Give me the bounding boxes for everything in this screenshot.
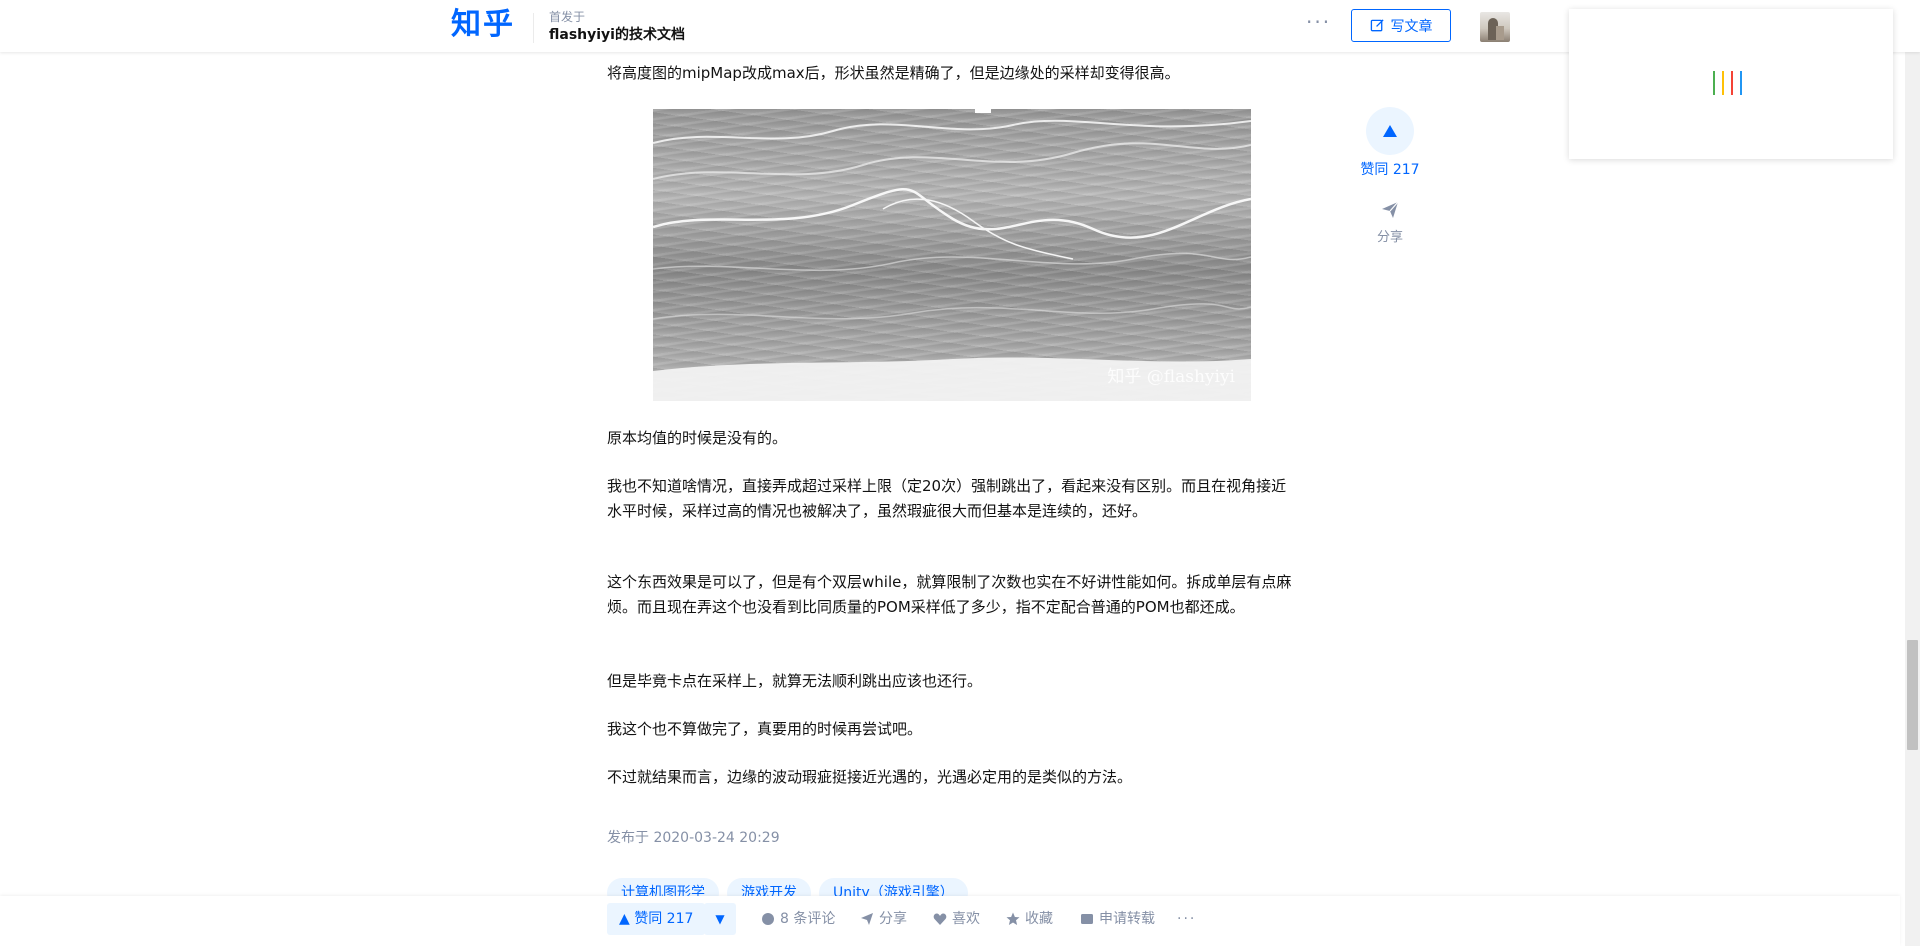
collect-button[interactable]: 收藏 xyxy=(1006,910,1053,928)
vote-down-button[interactable]: ▼ xyxy=(704,903,736,935)
triangle-up-icon xyxy=(1383,125,1397,137)
vote-up-button[interactable]: ▲ 赞同 217 xyxy=(607,903,706,935)
avatar[interactable] xyxy=(1480,12,1510,42)
like-label: 喜欢 xyxy=(952,911,980,927)
collect-label: 收藏 xyxy=(1025,911,1053,927)
comments-label: 8 条评论 xyxy=(780,911,836,927)
article-paragraph: 我这个也不算做完了，真要用的时候再尝试吧。 xyxy=(607,720,923,738)
write-article-button[interactable]: 写文章 xyxy=(1351,9,1451,42)
article-paragraph: 但是毕竟卡点在采样上，就算无法顺利跳出应该也还行。 xyxy=(607,672,983,690)
copyright-icon xyxy=(1081,914,1093,924)
write-article-label: 写文章 xyxy=(1390,18,1433,35)
loading-bar xyxy=(1713,71,1715,95)
reprint-label: 申请转载 xyxy=(1099,911,1155,927)
scrollbar-track[interactable] xyxy=(1905,0,1920,946)
paper-plane-icon[interactable] xyxy=(1380,200,1400,220)
share-label: 分享 xyxy=(879,911,907,927)
reprint-button[interactable]: 申请转载 xyxy=(1080,910,1155,928)
more-menu-button[interactable]: ··· xyxy=(1306,12,1331,32)
share-button[interactable]: 分享 xyxy=(860,910,907,928)
article-paragraph: 不过就结果而言，边缘的波动瑕疵挺接近光遇的，光遇必定用的是类似的方法。 xyxy=(607,768,1133,786)
more-actions-button[interactable]: ··· xyxy=(1177,910,1196,928)
scrollbar-thumb[interactable] xyxy=(1907,640,1918,750)
published-in-label: 首发于 xyxy=(549,10,586,24)
star-icon xyxy=(1006,912,1020,925)
loading-bar xyxy=(1731,71,1733,95)
column-name[interactable]: flashyiyi的技术文档 xyxy=(549,25,685,45)
column-info[interactable]: 首发于 flashyiyi的技术文档 xyxy=(549,9,685,45)
comment-icon xyxy=(762,913,774,925)
zhihu-logo[interactable]: 知乎 xyxy=(451,6,515,44)
article-paragraph: 这个东西效果是可以了，但是有个双层while，就算限制了次数也实在不好讲性能如何… xyxy=(607,573,1292,616)
edit-icon xyxy=(1370,19,1384,32)
loading-bar xyxy=(1722,71,1724,95)
heart-icon xyxy=(933,913,947,925)
article-image[interactable]: 知乎 @flashyiyi xyxy=(653,109,1251,401)
like-button[interactable]: 喜欢 xyxy=(933,910,980,928)
side-share-label[interactable]: 分享 xyxy=(1340,226,1440,245)
image-watermark: 知乎 @flashyiyi xyxy=(1107,367,1235,387)
article-paragraph: 我也不知道啥情况，直接弄成超过采样上限（定20次）强制跳出了，看起来没有区别。而… xyxy=(607,477,1287,520)
side-vote-label[interactable]: 赞同 217 xyxy=(1340,159,1440,179)
publish-time: 发布于 2020-03-24 20:29 xyxy=(607,830,780,846)
article-paragraph: 原本均值的时候是没有的。 xyxy=(607,429,788,447)
loading-card xyxy=(1569,9,1893,159)
loading-bar xyxy=(1740,71,1742,95)
comments-button[interactable]: 8 条评论 xyxy=(761,910,835,928)
bottom-action-bar: ▲ 赞同 217 ▼ 8 条评论 分享 喜欢 收藏 申请转载 ··· xyxy=(0,896,1900,946)
article-paragraph: 将高度图的mipMap改成max后，形状虽然是精确了，但是边缘处的采样却变得很高… xyxy=(607,64,1180,82)
side-vote-button[interactable] xyxy=(1366,107,1414,155)
terrain-render xyxy=(653,109,1251,401)
header-divider xyxy=(533,13,534,43)
paper-plane-icon xyxy=(861,913,873,925)
loading-indicator xyxy=(1713,71,1742,95)
